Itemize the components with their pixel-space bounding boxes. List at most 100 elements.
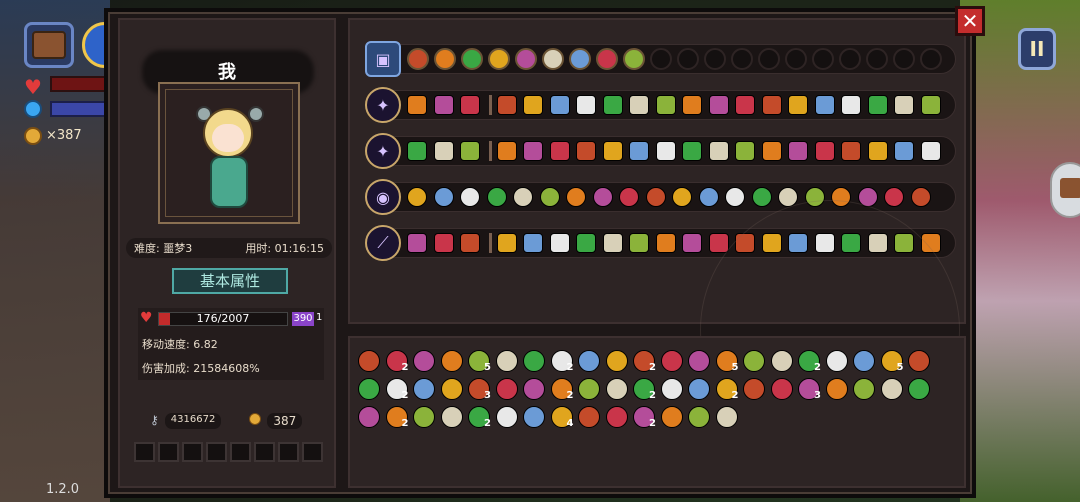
weapon-upgrade-slot[interactable] bbox=[731, 48, 753, 70]
upgrade-rune[interactable] bbox=[920, 95, 941, 115]
upgrade-rune[interactable] bbox=[708, 95, 729, 115]
upgrade-rune[interactable] bbox=[460, 95, 480, 115]
upgrade-rune[interactable] bbox=[602, 233, 623, 253]
sword-icon[interactable]: ⟋ bbox=[365, 225, 401, 261]
weapon-upgrade-slot[interactable] bbox=[407, 48, 429, 70]
side-menu-button[interactable] bbox=[1050, 162, 1080, 218]
upgrade-rune[interactable] bbox=[761, 95, 782, 115]
collected-item[interactable] bbox=[908, 378, 930, 400]
upgrade-rune[interactable] bbox=[645, 187, 666, 207]
upgrade-rune[interactable] bbox=[407, 141, 427, 161]
upgrade-rune[interactable] bbox=[672, 187, 692, 207]
upgrade-rune[interactable] bbox=[867, 141, 888, 161]
upgrade-rune[interactable] bbox=[682, 233, 702, 253]
weapon-upgrade-slot[interactable] bbox=[839, 48, 861, 70]
quick-slot[interactable] bbox=[182, 442, 203, 462]
weapon-upgrade-slot[interactable] bbox=[893, 48, 915, 70]
collected-item[interactable] bbox=[440, 350, 463, 372]
upgrade-rune[interactable] bbox=[708, 233, 729, 253]
chest-icon[interactable]: ▣ bbox=[365, 41, 401, 77]
weapon-upgrade-slot[interactable] bbox=[596, 48, 618, 70]
upgrade-rune[interactable] bbox=[788, 141, 808, 161]
upgrade-rune[interactable] bbox=[629, 95, 649, 115]
upgrade-rune[interactable] bbox=[576, 141, 596, 161]
upgrade-rune[interactable] bbox=[910, 187, 931, 207]
weapon-upgrade-slot[interactable] bbox=[569, 48, 591, 70]
collected-item[interactable] bbox=[413, 406, 435, 428]
quick-slot[interactable] bbox=[278, 442, 299, 462]
collected-item[interactable] bbox=[523, 406, 545, 428]
upgrade-rune[interactable] bbox=[602, 141, 623, 161]
weapon-upgrade-slot[interactable] bbox=[920, 48, 942, 70]
upgrade-rune[interactable] bbox=[894, 95, 914, 115]
upgrade-rune[interactable] bbox=[629, 233, 649, 253]
weapon-upgrade-slot[interactable] bbox=[488, 48, 510, 70]
upgrade-rune[interactable] bbox=[788, 95, 808, 115]
collected-item[interactable] bbox=[358, 406, 380, 428]
collected-item[interactable] bbox=[688, 406, 710, 428]
weapon-upgrade-slot[interactable] bbox=[866, 48, 888, 70]
collected-item[interactable] bbox=[440, 378, 463, 400]
upgrade-rune[interactable] bbox=[708, 141, 729, 161]
collected-item[interactable] bbox=[358, 350, 380, 372]
weapon-upgrade-slot[interactable] bbox=[677, 48, 699, 70]
upgrade-rune[interactable] bbox=[619, 187, 639, 207]
upgrade-rune[interactable] bbox=[486, 187, 507, 207]
staff-icon[interactable]: ✦ bbox=[365, 87, 401, 123]
upgrade-rune[interactable] bbox=[867, 95, 888, 115]
upgrade-rune[interactable] bbox=[682, 95, 702, 115]
weapon-upgrade-slot[interactable] bbox=[812, 48, 834, 70]
upgrade-rune[interactable] bbox=[655, 233, 676, 253]
weapon-upgrade-slot[interactable] bbox=[461, 48, 483, 70]
upgrade-rune[interactable] bbox=[725, 187, 745, 207]
collected-item[interactable] bbox=[440, 406, 463, 428]
quick-slot[interactable] bbox=[134, 442, 155, 462]
weapon-upgrade-slot[interactable] bbox=[434, 48, 456, 70]
upgrade-rune[interactable] bbox=[460, 233, 480, 253]
upgrade-rune[interactable] bbox=[407, 233, 427, 253]
upgrade-rune[interactable] bbox=[894, 141, 914, 161]
collected-item[interactable] bbox=[688, 350, 710, 372]
collected-item[interactable] bbox=[495, 350, 518, 372]
upgrade-rune[interactable] bbox=[496, 141, 517, 161]
collected-item[interactable] bbox=[743, 378, 765, 400]
close-button[interactable]: ✕ bbox=[955, 6, 985, 36]
upgrade-rune[interactable] bbox=[433, 141, 454, 161]
inventory-chest-button[interactable] bbox=[24, 22, 74, 68]
upgrade-rune[interactable] bbox=[513, 187, 533, 207]
basic-attributes-button[interactable]: 基本属性 bbox=[172, 268, 288, 294]
collected-item[interactable] bbox=[523, 350, 545, 372]
collected-item[interactable] bbox=[358, 378, 380, 400]
upgrade-rune[interactable] bbox=[814, 95, 835, 115]
upgrade-rune[interactable] bbox=[549, 141, 570, 161]
upgrade-rune[interactable] bbox=[592, 187, 613, 207]
upgrade-rune[interactable] bbox=[602, 95, 623, 115]
weapon-upgrade-slot[interactable] bbox=[704, 48, 726, 70]
upgrade-rune[interactable] bbox=[884, 187, 904, 207]
upgrade-rune[interactable] bbox=[655, 141, 676, 161]
upgrade-rune[interactable] bbox=[814, 141, 835, 161]
collected-item[interactable] bbox=[880, 378, 903, 400]
pause-button[interactable]: II bbox=[1018, 28, 1056, 70]
collected-item[interactable] bbox=[660, 378, 683, 400]
upgrade-rune[interactable] bbox=[539, 187, 560, 207]
collected-item[interactable] bbox=[743, 350, 765, 372]
upgrade-rune[interactable] bbox=[751, 187, 772, 207]
quick-slot[interactable] bbox=[254, 442, 275, 462]
upgrade-rune[interactable] bbox=[576, 95, 596, 115]
upgrade-rune[interactable] bbox=[523, 233, 543, 253]
upgrade-rune[interactable] bbox=[433, 95, 454, 115]
upgrade-rune[interactable] bbox=[735, 141, 755, 161]
collected-item[interactable] bbox=[715, 406, 738, 428]
collected-item[interactable] bbox=[770, 350, 793, 372]
upgrade-rune[interactable] bbox=[655, 95, 676, 115]
collected-item[interactable] bbox=[605, 350, 628, 372]
upgrade-rune[interactable] bbox=[433, 233, 454, 253]
upgrade-rune[interactable] bbox=[460, 141, 480, 161]
collected-item[interactable] bbox=[825, 350, 848, 372]
orb-icon[interactable]: ◉ bbox=[365, 179, 401, 215]
upgrade-rune[interactable] bbox=[549, 95, 570, 115]
upgrade-rune[interactable] bbox=[735, 95, 755, 115]
quick-slot[interactable] bbox=[302, 442, 323, 462]
upgrade-rune[interactable] bbox=[523, 141, 543, 161]
